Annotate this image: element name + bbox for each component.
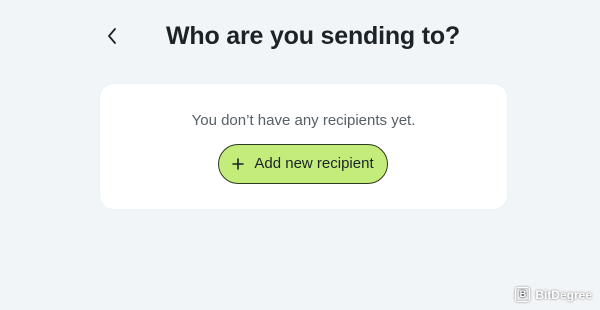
page-header: Who are you sending to? — [0, 0, 600, 80]
watermark-text: BitDegree — [535, 287, 592, 302]
recipients-card: You don’t have any recipients yet. Add n… — [100, 84, 507, 209]
chevron-left-icon — [108, 28, 116, 44]
add-new-recipient-button[interactable]: Add new recipient — [218, 144, 388, 184]
bitdegree-logo-icon: B — [515, 287, 531, 302]
empty-state-message: You don’t have any recipients yet. — [191, 112, 416, 129]
watermark: B BitDegree — [515, 287, 592, 302]
plus-icon — [232, 158, 245, 170]
add-new-recipient-label: Add new recipient — [254, 155, 374, 172]
back-button[interactable] — [98, 22, 126, 50]
page-title: Who are you sending to? — [166, 22, 461, 50]
